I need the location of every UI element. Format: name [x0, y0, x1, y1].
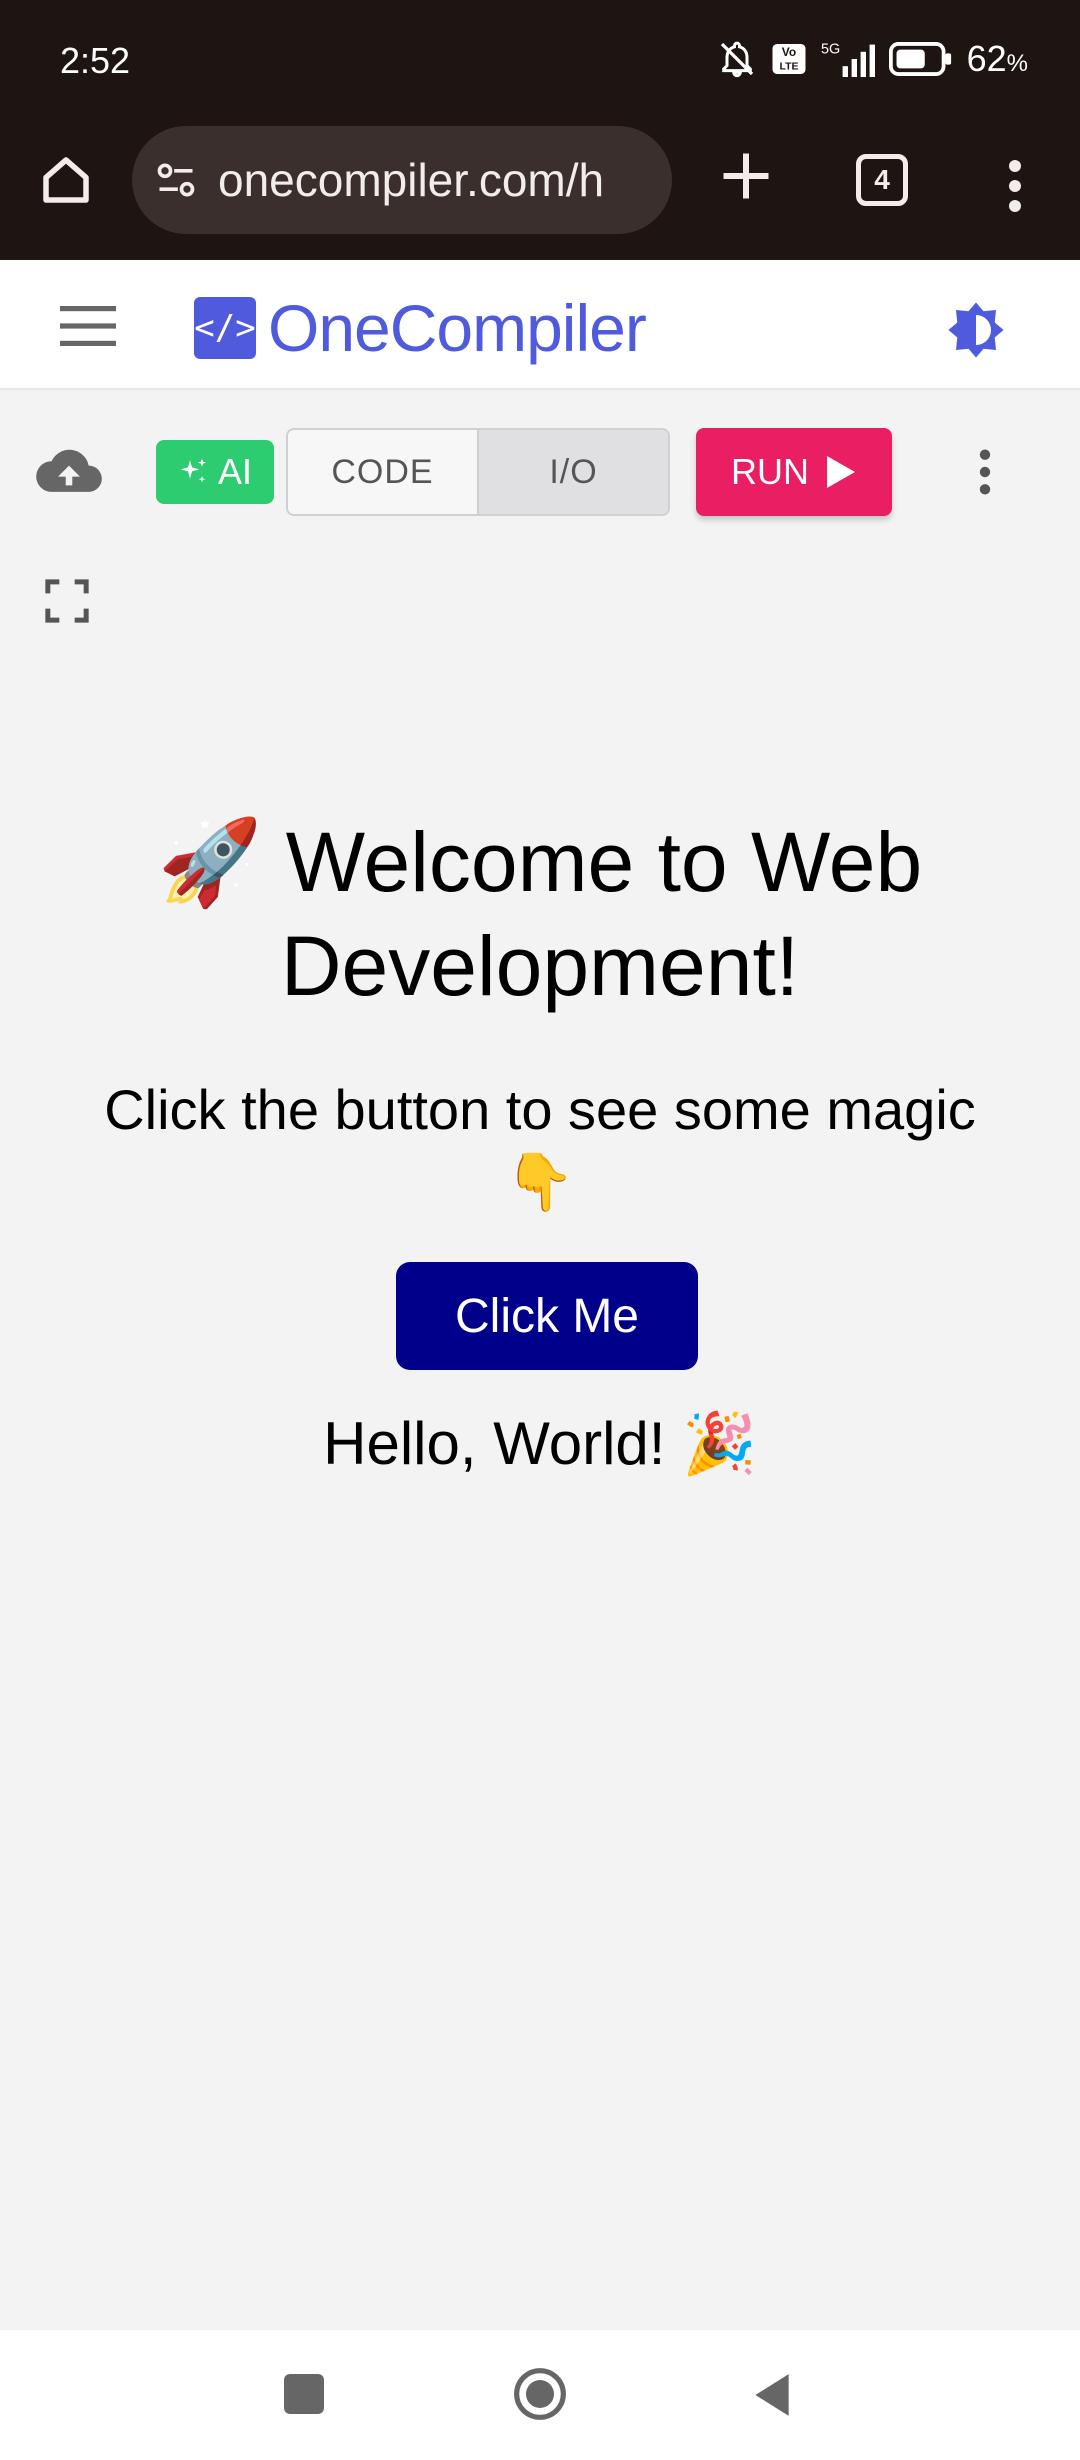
svg-text:LTE: LTE — [779, 61, 798, 73]
play-icon — [827, 456, 855, 488]
battery-icon — [888, 42, 951, 76]
system-nav-bar — [0, 2330, 1080, 2460]
back-icon[interactable] — [750, 2370, 794, 2420]
tab-code[interactable]: CODE — [288, 430, 477, 514]
more-options-icon[interactable] — [972, 446, 998, 498]
cloud-upload-icon[interactable] — [34, 440, 104, 500]
site-settings-icon[interactable] — [154, 158, 198, 202]
new-tab-icon[interactable] — [716, 146, 776, 206]
home-nav-icon[interactable] — [512, 2366, 568, 2422]
svg-text:Vo: Vo — [781, 45, 795, 59]
address-bar[interactable]: onecompiler.com/h — [132, 126, 672, 234]
ai-button[interactable]: AI — [156, 440, 274, 504]
browser-toolbar: onecompiler.com/h 4 — [0, 120, 1080, 260]
more-vert-icon[interactable] — [1000, 156, 1030, 216]
output-title: 🚀 Welcome to Web Development! — [157, 815, 923, 1013]
status-icons: Vo LTE 5G 62% — [717, 38, 1028, 80]
output-subtitle: Click the button to see some magic 👇 — [104, 1078, 976, 1213]
hamburger-icon[interactable] — [60, 306, 116, 346]
run-button[interactable]: RUN — [696, 428, 892, 516]
svg-text:5G: 5G — [821, 42, 840, 58]
fullscreen-icon[interactable] — [44, 578, 90, 624]
url-text[interactable]: onecompiler.com/h — [218, 153, 658, 207]
output-message: Hello, World! 🎉 — [323, 1410, 757, 1477]
app-header: </> OneCompiler — [0, 260, 1080, 390]
recents-icon[interactable] — [284, 2374, 324, 2414]
bell-off-icon — [720, 41, 753, 78]
brightness-icon[interactable] — [946, 300, 1006, 360]
volte-icon: Vo LTE — [772, 44, 806, 74]
output-preview: 🚀 Welcome to Web Development! Click the … — [0, 660, 1080, 2330]
ai-label: AI — [217, 451, 252, 492]
signal-icon: 5G — [821, 42, 875, 77]
click-me-button[interactable]: Click Me — [396, 1262, 698, 1370]
run-label: RUN — [731, 451, 809, 492]
logo-mark: </> — [194, 297, 256, 359]
tab-switcher-button[interactable]: 4 — [856, 154, 908, 206]
view-toggle: CODE I/O — [286, 428, 670, 516]
logo-text: OneCompiler — [268, 291, 647, 365]
status-bar: 2:52 Vo LTE 5G 62% — [0, 0, 1080, 120]
sparkle-icon — [180, 458, 206, 483]
logo[interactable]: </> OneCompiler — [194, 290, 647, 366]
battery-percent: 62% — [966, 38, 1028, 79]
status-time: 2:52 — [60, 40, 131, 81]
home-icon[interactable] — [36, 150, 96, 210]
tab-io[interactable]: I/O — [477, 430, 668, 514]
